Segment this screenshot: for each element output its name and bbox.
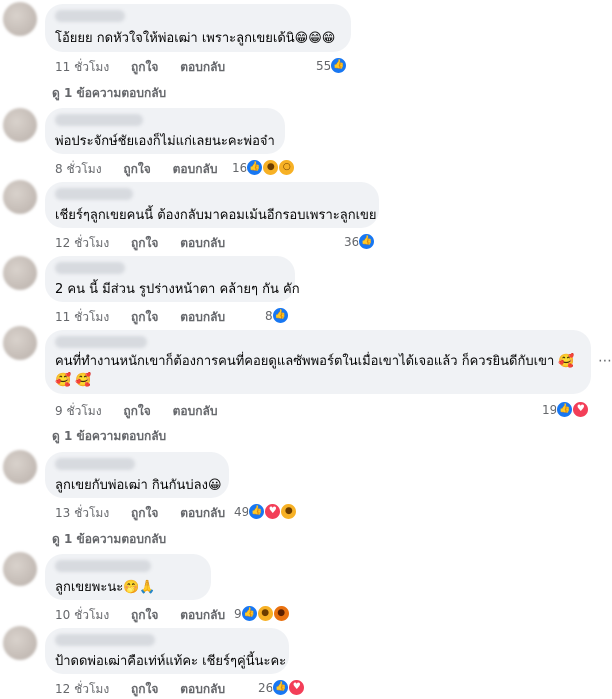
like-icon: 👍 <box>240 605 258 622</box>
comment-bubble: ลูกเขยกับพ่อเฒ่า กินกันบ่ลง😀 <box>45 452 229 498</box>
reaction-summary[interactable]: 8 👍 <box>265 307 289 324</box>
reply-button[interactable]: ตอบกลับ <box>180 236 225 250</box>
reply-button[interactable]: ตอบกลับ <box>180 310 225 324</box>
haha-icon: ● <box>280 503 298 520</box>
avatar[interactable] <box>3 180 37 214</box>
comment-bubble: โอ้ยยย กดหัวใจให้พ่อเฒ่า เพราะลูกเขยเด้น… <box>45 4 351 52</box>
like-button[interactable]: ถูกใจ <box>131 310 158 324</box>
comment-meta: 12 ชั่วโมง ถูกใจ ตอบกลับ <box>55 680 243 699</box>
like-icon: 👍 <box>248 503 266 520</box>
comment-text: คนที่ทำงานหนักเขาก็ต้องการคนที่คอยดูแลซั… <box>55 354 575 388</box>
reaction-summary[interactable]: 19 👍 ♥ <box>542 401 590 418</box>
like-icon: 👍 <box>358 233 376 250</box>
comment-time[interactable]: 12 ชั่วโมง <box>55 682 109 696</box>
reaction-summary[interactable]: 26 👍 ♥ <box>258 679 306 696</box>
comment-time[interactable]: 12 ชั่วโมง <box>55 236 109 250</box>
angry-icon: ● <box>272 605 290 622</box>
avatar[interactable] <box>3 108 37 142</box>
reaction-summary[interactable]: 9 👍 ● ● <box>234 605 290 622</box>
comment-meta: 11 ชั่วโมง ถูกใจ ตอบกลับ <box>55 58 243 77</box>
like-button[interactable]: ถูกใจ <box>131 608 158 622</box>
comment-meta: 10 ชั่วโมง ถูกใจ ตอบกลับ <box>55 606 243 625</box>
reply-button[interactable]: ตอบกลับ <box>180 60 225 74</box>
comment-text: 2 คน นี้ มีส่วน รูปร่างหน้าตา คล้ายๆ กัน… <box>55 282 300 297</box>
reaction-count: 36 <box>344 234 360 249</box>
view-replies-link[interactable]: ดู 1 ข้อความตอบกลับ <box>52 427 166 446</box>
commenter-name-blurred[interactable] <box>55 634 155 646</box>
avatar[interactable] <box>3 626 37 660</box>
like-icon: 👍 <box>246 159 264 176</box>
love-icon: ♥ <box>264 503 282 520</box>
like-icon: 👍 <box>556 401 574 418</box>
reaction-summary[interactable]: 55 👍 <box>316 57 348 74</box>
commenter-name-blurred[interactable] <box>55 114 143 126</box>
comment-bubble: เชียร์ๆลูกเขยคนนี้ ต้องกลับมาคอมเม้นอีกร… <box>45 182 379 228</box>
reaction-summary[interactable]: 49 👍 ♥ ● <box>234 503 298 520</box>
reaction-count: 26 <box>258 680 274 695</box>
reaction-summary[interactable]: 16 👍 ● ○ <box>232 159 296 176</box>
avatar[interactable] <box>3 256 37 290</box>
commenter-name-blurred[interactable] <box>55 560 151 572</box>
commenter-name-blurred[interactable] <box>55 262 125 274</box>
reaction-count: 49 <box>234 504 250 519</box>
comment-text: พ่อประจักษ์ชัยเองก็ไม่แก่เลยนะคะพ่อจ๋า <box>55 134 275 149</box>
comment-time[interactable]: 11 ชั่วโมง <box>55 310 109 324</box>
avatar[interactable] <box>3 326 37 360</box>
reply-button[interactable]: ตอบกลับ <box>180 608 225 622</box>
like-button[interactable]: ถูกใจ <box>131 60 158 74</box>
comment-meta: 8 ชั่วโมง ถูกใจ ตอบกลับ <box>55 160 235 179</box>
like-button[interactable]: ถูกใจ <box>123 404 150 418</box>
haha-icon: ● <box>256 605 274 622</box>
wow-icon: ○ <box>278 159 296 176</box>
like-button[interactable]: ถูกใจ <box>131 682 158 696</box>
view-replies-link[interactable]: ดู 1 ข้อความตอบกลับ <box>52 530 166 549</box>
like-icon: 👍 <box>271 307 289 324</box>
comment-time[interactable]: 9 ชั่วโมง <box>55 404 102 418</box>
reply-button[interactable]: ตอบกลับ <box>173 162 218 176</box>
comment-time[interactable]: 13 ชั่วโมง <box>55 506 109 520</box>
commenter-name-blurred[interactable] <box>55 458 135 470</box>
commenter-name-blurred[interactable] <box>55 188 133 200</box>
more-options-icon[interactable]: ⋯ <box>598 353 612 369</box>
like-icon: 👍 <box>272 679 290 696</box>
comment-meta: 11 ชั่วโมง ถูกใจ ตอบกลับ <box>55 308 243 327</box>
comment-bubble: ลูกเขยพะนะ🤭🙏 <box>45 554 211 600</box>
comment-text: เชียร์ๆลูกเขยคนนี้ ต้องกลับมาคอมเม้นอีกร… <box>55 208 377 223</box>
comment-text: ลูกเขยพะนะ🤭🙏 <box>55 580 156 595</box>
commenter-name-blurred[interactable] <box>55 10 125 22</box>
reaction-count: 16 <box>232 160 248 175</box>
like-button[interactable]: ถูกใจ <box>131 506 158 520</box>
reaction-count: 19 <box>542 402 558 417</box>
comment-meta: 13 ชั่วโมง ถูกใจ ตอบกลับ <box>55 504 243 523</box>
reply-button[interactable]: ตอบกลับ <box>180 506 225 520</box>
avatar[interactable] <box>3 2 37 36</box>
comment-time[interactable]: 10 ชั่วโมง <box>55 608 109 622</box>
view-replies-link[interactable]: ดู 1 ข้อความตอบกลับ <box>52 84 166 103</box>
comment-text: ป้าดดพ่อเฒ่าคือเท่ห์แท้คะ เชียร์ๆคู่นี้น… <box>55 654 287 669</box>
like-button[interactable]: ถูกใจ <box>123 162 150 176</box>
reaction-count: 55 <box>316 58 332 73</box>
comment-time[interactable]: 11 ชั่วโมง <box>55 60 109 74</box>
love-icon: ♥ <box>572 401 590 418</box>
reply-button[interactable]: ตอบกลับ <box>173 404 218 418</box>
haha-icon: ● <box>262 159 280 176</box>
love-icon: ♥ <box>288 679 306 696</box>
avatar[interactable] <box>3 450 37 484</box>
comment-meta: 9 ชั่วโมง ถูกใจ ตอบกลับ <box>55 402 235 421</box>
like-icon: 👍 <box>330 57 348 74</box>
comment-text: ลูกเขยกับพ่อเฒ่า กินกันบ่ลง😀 <box>55 478 222 493</box>
reply-button[interactable]: ตอบกลับ <box>180 682 225 696</box>
comment-bubble: พ่อประจักษ์ชัยเองก็ไม่แก่เลยนะคะพ่อจ๋า <box>45 108 285 154</box>
like-button[interactable]: ถูกใจ <box>131 236 158 250</box>
comment-meta: 12 ชั่วโมง ถูกใจ ตอบกลับ <box>55 234 243 253</box>
comment-text: โอ้ยยย กดหัวใจให้พ่อเฒ่า เพราะลูกเขยเด้น… <box>55 31 336 46</box>
comment-bubble: 2 คน นี้ มีส่วน รูปร่างหน้าตา คล้ายๆ กัน… <box>45 256 300 302</box>
commenter-name-blurred[interactable] <box>55 336 147 348</box>
comment-bubble: ป้าดดพ่อเฒ่าคือเท่ห์แท้คะ เชียร์ๆคู่นี้น… <box>45 628 289 674</box>
avatar[interactable] <box>3 552 37 586</box>
reaction-summary[interactable]: 36 👍 <box>344 233 376 250</box>
comment-time[interactable]: 8 ชั่วโมง <box>55 162 102 176</box>
comment-bubble: คนที่ทำงานหนักเขาก็ต้องการคนที่คอยดูแลซั… <box>45 330 591 394</box>
